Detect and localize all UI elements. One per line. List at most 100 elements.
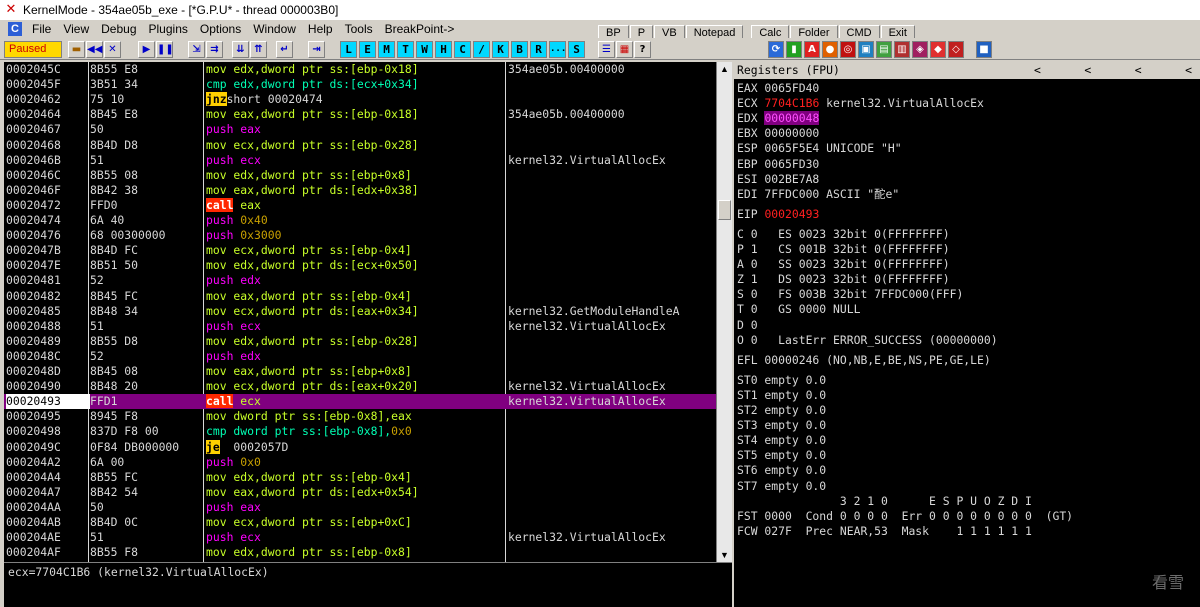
disasm-row[interactable]: 00020489 8B55 D8 mov edx,dword ptr ss:[ebp… [4, 334, 716, 349]
cpu-window-icon[interactable]: C [8, 22, 22, 36]
plugin-icon[interactable]: ▮ [786, 41, 802, 58]
disasm-row[interactable]: 000204A4 8B55 FC mov edx,dword ptr ss:[ebp… [4, 470, 716, 485]
disasm-row[interactable]: 000204A7 8B42 54 mov eax,dword ptr ds:[edx… [4, 485, 716, 500]
step-over-icon[interactable]: ⇉ [206, 41, 223, 58]
register-line[interactable]: EIP 00020493 [737, 207, 819, 222]
disasm-row[interactable]: 0002048C 52 push edx [4, 349, 716, 364]
disasm-row[interactable]: 00020481 52 push edx [4, 273, 716, 288]
target-icon[interactable]: ◎ [840, 41, 856, 58]
register-line[interactable]: A 0 SS 0023 32bit 0(FFFFFFFF) [737, 257, 950, 272]
scroll-down-icon[interactable]: ▼ [717, 548, 732, 562]
disasm-row[interactable]: 00020488 51 push ecx kernel32.VirtualAllocE… [4, 319, 716, 334]
window-letter-button-10[interactable]: R [530, 41, 547, 58]
scroll-thumb[interactable] [718, 200, 731, 220]
window-letter-button-8[interactable]: K [492, 41, 509, 58]
disasm-row[interactable]: 000204AB 8B4D 0C mov ecx,dword ptr ss:[ebp… [4, 515, 716, 530]
step-into-icon[interactable]: ⇲ [188, 41, 205, 58]
menu-item-view[interactable]: View [57, 20, 95, 38]
tool2-icon[interactable]: ◈ [912, 41, 928, 58]
menu-item-debug[interactable]: Debug [95, 20, 142, 38]
restart-icon[interactable]: ◀◀ [86, 41, 103, 58]
trace-over-icon[interactable]: ⇈ [250, 41, 267, 58]
register-line[interactable]: ST4 empty 0.0 [737, 433, 826, 448]
scroll-left-icon[interactable]: < [1135, 62, 1142, 79]
letter-a-icon[interactable]: A [804, 41, 820, 58]
window-icon[interactable]: ▣ [858, 41, 874, 58]
disasm-row[interactable]: 0002046C 8B55 08 mov edx,dword ptr ss:[ebp… [4, 168, 716, 183]
window-letter-button-2[interactable]: M [378, 41, 395, 58]
register-line[interactable]: EAX 0065FD40 [737, 81, 819, 96]
disasm-row[interactable]: 0002045F 3B51 34 cmp edx,dword ptr ds:[ecx… [4, 77, 716, 92]
disasm-row[interactable]: 00020482 8B45 FC mov eax,dword ptr ss:[ebp… [4, 289, 716, 304]
disasm-row[interactable]: 00020462 75 10 jnzshort 00020474 [4, 92, 716, 107]
disasm-row[interactable]: 0002049C 0F84 DB000000 je 0002057D [4, 439, 716, 455]
window-letter-button-1[interactable]: E [359, 41, 376, 58]
tool4-icon[interactable]: ◇ [948, 41, 964, 58]
disasm-row[interactable]: 0002045C 8B55 E8 mov edx,dword ptr ss:[ebp… [4, 62, 716, 77]
menu-item-tools[interactable]: Tools [339, 20, 379, 38]
window-letter-button-9[interactable]: B [511, 41, 528, 58]
disasm-row[interactable]: 00020467 50 push eax [4, 122, 716, 137]
close-icon[interactable]: ✕ [104, 41, 121, 58]
scroll-left-icon[interactable]: < [1084, 62, 1091, 79]
tool1-icon[interactable]: ▥ [894, 41, 910, 58]
window-letter-button-3[interactable]: T [397, 41, 414, 58]
disasm-row[interactable]: 00020493 FFD1 call ecx kernel32.VirtualAllo… [4, 394, 716, 410]
trace-into-icon[interactable]: ⇊ [232, 41, 249, 58]
register-line[interactable]: P 1 CS 001B 32bit 0(FFFFFFFF) [737, 242, 950, 257]
register-line[interactable]: ST2 empty 0.0 [737, 403, 826, 418]
register-line[interactable]: ESP 0065F5E4 UNICODE "H" [737, 141, 902, 156]
menu-item-plugins[interactable]: Plugins [143, 20, 194, 38]
register-line[interactable]: Z 1 DS 0023 32bit 0(FFFFFFFF) [737, 272, 950, 287]
disassembly-pane[interactable]: 0002045C 8B55 E8 mov edx,dword ptr ss:[ebp… [4, 62, 716, 562]
register-line[interactable]: EDI 7FFDC000 ASCII "酡e" [737, 187, 899, 202]
list-icon[interactable]: ☰ [598, 41, 615, 58]
scroll-up-icon[interactable]: ▲ [717, 62, 732, 76]
execute-till-return-icon[interactable]: ↵ [276, 41, 293, 58]
scroll-left-icon[interactable]: < [1185, 62, 1192, 79]
window-letter-button-7[interactable]: / [473, 41, 490, 58]
disasm-row[interactable]: 000204AF 8B55 F8 mov edx,dword ptr ss:[ebp… [4, 545, 716, 560]
register-line[interactable]: T 0 GS 0000 NULL [737, 302, 860, 317]
grid-icon[interactable]: ▦ [616, 41, 633, 58]
menu-item-options[interactable]: Options [194, 20, 247, 38]
registers-pane[interactable]: Registers (FPU) < < < < EAX 0065FD40 ECX 770… [734, 62, 1200, 607]
disasm-row[interactable]: 0002048D 8B45 08 mov eax,dword ptr ss:[ebp… [4, 364, 716, 379]
pause-icon[interactable]: ❚❚ [156, 41, 174, 58]
table-icon[interactable]: ▤ [876, 41, 892, 58]
disasm-row[interactable]: 0002047B 8B4D FC mov ecx,dword ptr ss:[ebp… [4, 243, 716, 258]
disasm-row[interactable]: 00020485 8B48 34 mov ecx,dword ptr ds:[eax… [4, 304, 716, 319]
window-letter-button-11[interactable]: ... [549, 41, 566, 58]
disasm-row[interactable]: 00020472 FFD0 call eax [4, 197, 716, 213]
register-line[interactable]: FST 0000 Cond 0 0 0 0 Err 0 0 0 0 0 0 0 … [737, 509, 1073, 524]
window-letter-button-12[interactable]: S [568, 41, 585, 58]
register-line[interactable]: ST0 empty 0.0 [737, 373, 826, 388]
menu-item-help[interactable]: Help [302, 20, 339, 38]
menu-item-file[interactable]: File [26, 20, 57, 38]
disasm-row[interactable]: 000204A2 6A 00 push 0x0 [4, 455, 716, 470]
register-line[interactable]: ESI 002BE7A8 [737, 172, 819, 187]
disasm-row[interactable]: 00020495 8945 F8 mov dword ptr ss:[ebp-0x8… [4, 409, 716, 424]
register-line[interactable]: EBX 00000000 [737, 126, 819, 141]
register-line[interactable]: FCW 027F Prec NEAR,53 Mask 1 1 1 1 1 1 [737, 524, 1032, 539]
register-line[interactable]: ECX 7704C1B6 kernel32.VirtualAllocEx [737, 96, 984, 111]
disasm-row[interactable]: 00020474 6A 40 push 0x40 [4, 213, 716, 228]
disasm-row[interactable]: 0002046B 51 push ecx kernel32.VirtualAllocE… [4, 153, 716, 168]
register-line[interactable]: D 0 [737, 318, 758, 333]
run-icon[interactable]: ▶ [138, 41, 155, 58]
menu-item-breakpoint[interactable]: BreakPoint-> [379, 20, 461, 38]
disasm-scrollbar[interactable]: ▲ ▼ [716, 62, 732, 562]
register-line[interactable]: EBP 0065FD30 [737, 157, 819, 172]
register-line[interactable]: ST7 empty 0.0 [737, 479, 826, 494]
window-letter-button-6[interactable]: C [454, 41, 471, 58]
register-line[interactable]: EDX 00000048 [737, 111, 820, 126]
register-line[interactable]: S 0 FS 003B 32bit 7FFDC000(FFF) [737, 287, 963, 302]
register-line[interactable]: ST3 empty 0.0 [737, 418, 826, 433]
disasm-row[interactable]: 000204AE 51 push ecx kernel32.VirtualAllocE… [4, 530, 716, 545]
goto-icon[interactable]: ⇥ [308, 41, 325, 58]
open-icon[interactable]: ▬ [68, 41, 85, 58]
register-line[interactable]: ST5 empty 0.0 [737, 448, 826, 463]
register-line[interactable]: ST6 empty 0.0 [737, 463, 826, 478]
register-line[interactable]: 3 2 1 0 E S P U O Z D I [737, 494, 1032, 509]
tool5-icon[interactable]: ■ [976, 41, 992, 58]
